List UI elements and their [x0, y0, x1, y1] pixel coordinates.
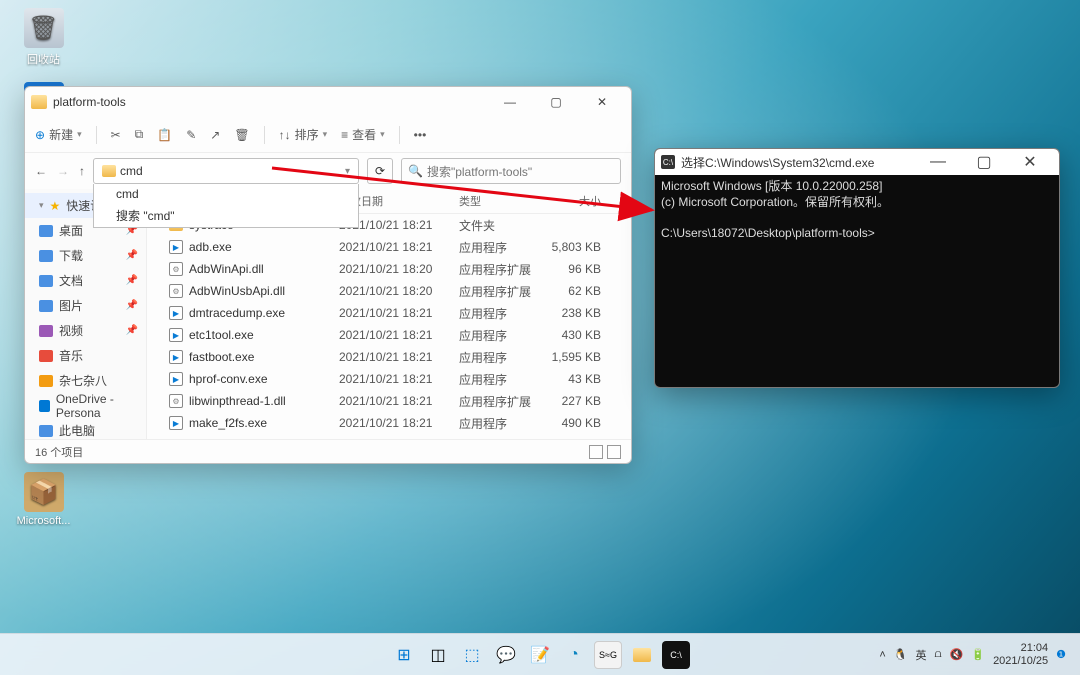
desktop-icon[interactable]: 📦Microsoft...: [16, 472, 71, 527]
toolbar: ⊕新建▾ ✂ ⧉ 📋 ✎ ↗ 🗑 ↑↓ 排序▾ ≡ 查看▾ •••: [25, 117, 631, 153]
cmd-button[interactable]: C:\: [662, 641, 690, 669]
folder-icon: [102, 165, 116, 177]
icon-label: Microsoft...: [16, 515, 71, 527]
desktop-icon-recycle[interactable]: 🗑回收站: [16, 8, 71, 67]
file-row[interactable]: ▶adb.exe2021/10/21 18:21应用程序5,803 KB: [147, 236, 631, 258]
sidebar-item[interactable]: 音乐: [25, 343, 146, 368]
taskview-button[interactable]: ◫: [424, 641, 452, 669]
chevron-down-icon[interactable]: ▾: [345, 166, 350, 177]
item-count: 16 个项目: [35, 444, 83, 460]
title-bar[interactable]: platform-tools ― ▢ ✕: [25, 87, 631, 117]
folder-icon: [31, 95, 47, 109]
view-button[interactable]: ≡ 查看▾: [341, 126, 385, 143]
view-large-icon[interactable]: [607, 445, 621, 459]
minimize-button[interactable]: ―: [487, 87, 533, 117]
file-row[interactable]: ⚙AdbWinApi.dll2021/10/21 18:20应用程序扩展96 K…: [147, 258, 631, 280]
icon-label: 回收站: [16, 51, 71, 67]
cmd-terminal[interactable]: Microsoft Windows [版本 10.0.22000.258] (c…: [655, 175, 1059, 387]
cmd-title: 选择C:\Windows\System32\cmd.exe: [681, 154, 915, 171]
todo-button[interactable]: 📝: [526, 641, 554, 669]
suggest-item[interactable]: 搜索 "cmd": [94, 204, 358, 227]
taskbar-center: ⊞ ◫ ⬚ 💬 📝 ◔ S≈G C:\: [390, 641, 690, 669]
taskbar[interactable]: ⊞ ◫ ⬚ 💬 📝 ◔ S≈G C:\ ˄ 🐧 英 ⩍ 🔇 🔋 21:04 20…: [0, 633, 1080, 675]
share-button[interactable]: ↗: [210, 128, 220, 142]
chat-button[interactable]: 💬: [492, 641, 520, 669]
sort-button[interactable]: ↑↓ 排序▾: [279, 126, 328, 143]
maximize-button[interactable]: ▢: [961, 148, 1007, 177]
taskbar-right: ˄ 🐧 英 ⩍ 🔇 🔋 21:04 2021/10/25 ❶: [879, 642, 1080, 666]
up-button[interactable]: ↑: [79, 164, 85, 178]
nav-row: ← → ↑ cmd ▾ cmd 搜索 "cmd" ⟳ 🔍 搜索"platform…: [25, 153, 631, 189]
sidebar-item[interactable]: 下载📌: [25, 243, 146, 268]
nav-arrows: ← → ↑: [35, 164, 85, 178]
sidebar-item[interactable]: 视频📌: [25, 318, 146, 343]
file-row[interactable]: ▶make_f2fs.exe2021/10/21 18:21应用程序490 KB: [147, 412, 631, 434]
status-bar: 16 个项目: [25, 439, 631, 463]
sidebar-item[interactable]: 此电脑: [25, 418, 146, 439]
file-row[interactable]: ▶dmtracedump.exe2021/10/21 18:21应用程序238 …: [147, 302, 631, 324]
file-row[interactable]: ▶hprof-conv.exe2021/10/21 18:21应用程序43 KB: [147, 368, 631, 390]
start-button[interactable]: ⊞: [390, 641, 418, 669]
tray-chevron-icon[interactable]: ˄: [879, 649, 885, 661]
file-row[interactable]: ▶fastboot.exe2021/10/21 18:21应用程序1,595 K…: [147, 346, 631, 368]
explorer-button[interactable]: [628, 641, 656, 669]
notifications-icon[interactable]: ❶: [1056, 648, 1066, 661]
minimize-button[interactable]: ―: [915, 148, 961, 177]
ime-indicator[interactable]: 英: [916, 647, 927, 663]
close-button[interactable]: ✕: [1007, 148, 1053, 177]
window-title: platform-tools: [53, 95, 487, 109]
file-row[interactable]: ▶etc1tool.exe2021/10/21 18:21应用程序430 KB: [147, 324, 631, 346]
maximize-button[interactable]: ▢: [533, 87, 579, 117]
suggest-item[interactable]: cmd: [94, 184, 358, 204]
address-bar[interactable]: cmd ▾ cmd 搜索 "cmd": [93, 158, 359, 184]
sidebar-item[interactable]: 图片📌: [25, 293, 146, 318]
refresh-button[interactable]: ⟳: [367, 158, 393, 184]
address-suggest[interactable]: cmd 搜索 "cmd": [93, 184, 359, 228]
widgets-button[interactable]: ⬚: [458, 641, 486, 669]
file-row[interactable]: ⚙AdbWinUsbApi.dll2021/10/21 18:20应用程序扩展6…: [147, 280, 631, 302]
search-placeholder: 搜索"platform-tools": [427, 163, 532, 180]
rename-button[interactable]: ✎: [186, 128, 196, 142]
tray-app-icon[interactable]: 🐧: [894, 648, 908, 661]
more-button[interactable]: •••: [414, 128, 427, 142]
search-icon: 🔍: [408, 164, 423, 178]
wifi-icon[interactable]: ⩍: [935, 648, 942, 661]
paste-button[interactable]: 📋: [157, 128, 172, 142]
cut-button[interactable]: ✂: [111, 128, 121, 142]
sidebar-item[interactable]: 杂七杂八: [25, 368, 146, 393]
new-button[interactable]: ⊕新建▾: [35, 126, 82, 143]
battery-icon[interactable]: 🔋: [971, 648, 985, 661]
address-input[interactable]: cmd: [120, 164, 341, 178]
delete-button[interactable]: 🗑: [234, 128, 249, 142]
file-row[interactable]: ⚙libwinpthread-1.dll2021/10/21 18:21应用程序…: [147, 390, 631, 412]
close-button[interactable]: ✕: [579, 87, 625, 117]
explorer-window: platform-tools ― ▢ ✕ ⊕新建▾ ✂ ⧉ 📋 ✎ ↗ 🗑 ↑↓…: [24, 86, 632, 464]
search-box[interactable]: 🔍 搜索"platform-tools": [401, 158, 621, 184]
volume-icon[interactable]: 🔇: [950, 648, 964, 661]
cmd-title-bar[interactable]: C:\ 选择C:\Windows\System32\cmd.exe ― ▢ ✕: [655, 149, 1059, 175]
cmd-window: C:\ 选择C:\Windows\System32\cmd.exe ― ▢ ✕ …: [654, 148, 1060, 388]
sidebar-item[interactable]: 文档📌: [25, 268, 146, 293]
sidebar-item[interactable]: OneDrive - Persona: [25, 393, 146, 418]
copy-button[interactable]: ⧉: [135, 127, 144, 142]
edge-button[interactable]: ◔: [560, 641, 588, 669]
forward-button[interactable]: →: [57, 164, 69, 178]
back-button[interactable]: ←: [35, 164, 47, 178]
cmd-icon: C:\: [661, 155, 675, 169]
app-button[interactable]: S≈G: [594, 641, 622, 669]
clock[interactable]: 21:04 2021/10/25: [993, 642, 1048, 666]
view-details-icon[interactable]: [589, 445, 603, 459]
